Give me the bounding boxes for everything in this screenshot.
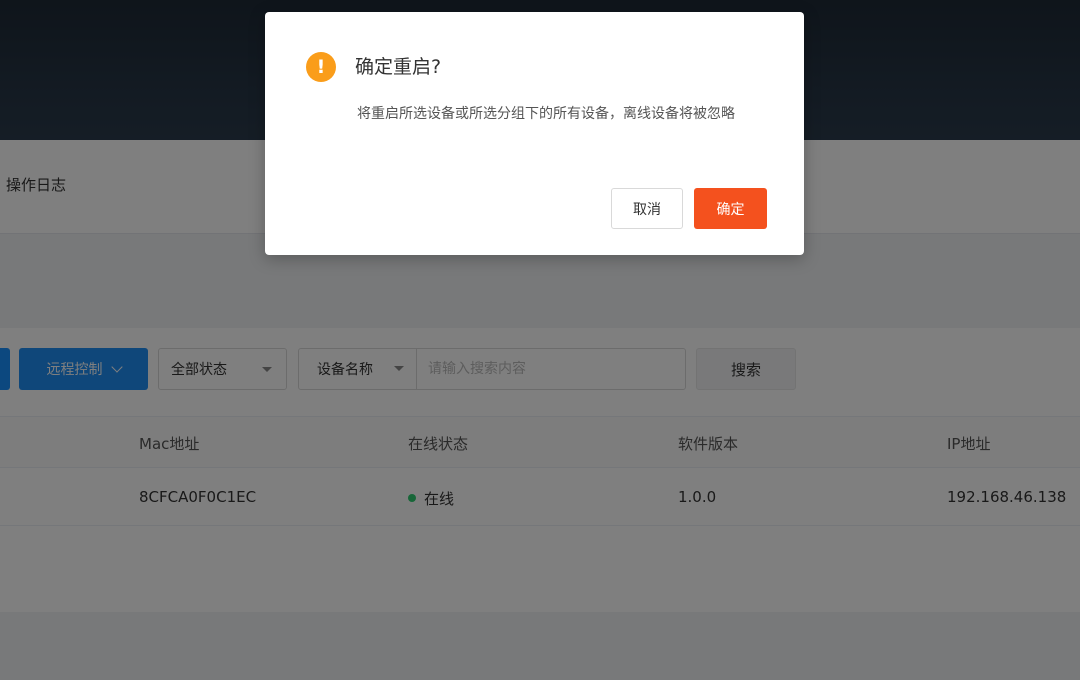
confirm-restart-dialog: ! 确定重启? 将重启所选设备或所选分组下的所有设备，离线设备将被忽略 取消 确…: [265, 12, 804, 255]
cancel-button[interactable]: 取消: [611, 188, 683, 229]
dialog-title: 确定重启?: [355, 56, 442, 78]
dialog-message: 将重启所选设备或所选分组下的所有设备，离线设备将被忽略: [357, 106, 735, 122]
warning-icon: !: [306, 52, 336, 82]
confirm-button[interactable]: 确定: [694, 188, 767, 229]
